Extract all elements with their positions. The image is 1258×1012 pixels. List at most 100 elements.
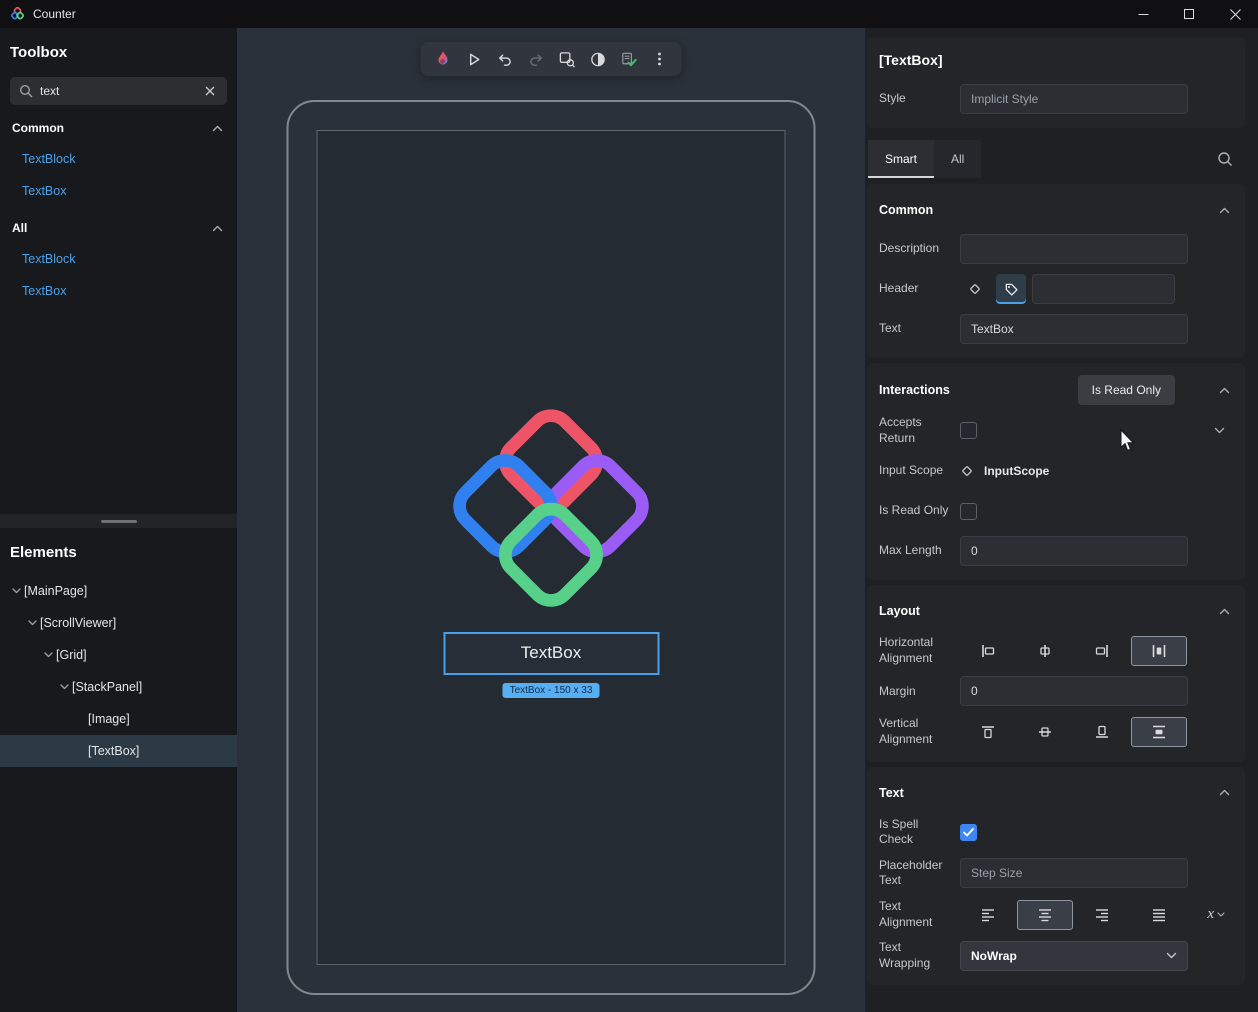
toolbox-item-textblock[interactable]: TextBlock <box>0 243 237 275</box>
section-common-title: Common <box>879 203 933 217</box>
panel-splitter[interactable] <box>0 514 237 528</box>
toolbox-item-textblock[interactable]: TextBlock <box>0 143 237 175</box>
chevron-up-icon[interactable] <box>1219 207 1230 214</box>
chevron-down-icon[interactable] <box>24 620 40 626</box>
tree-item-textbox[interactable]: [TextBox] <box>0 735 237 767</box>
theme-toggle-icon[interactable] <box>587 48 609 70</box>
chevron-down-icon[interactable] <box>8 588 24 594</box>
align-bottom-icon[interactable] <box>1074 717 1130 747</box>
app-logo-icon <box>10 7 25 22</box>
toolbox-section-common-header[interactable]: Common <box>0 113 237 143</box>
margin-input[interactable] <box>960 676 1188 706</box>
device-frame: TextBox TextBox - 150 x 33 <box>287 100 816 995</box>
toolbox-search-input[interactable] <box>33 84 202 98</box>
header-literal-button[interactable] <box>996 274 1026 304</box>
section-text-header[interactable]: Text <box>879 779 1233 807</box>
toolbox-item-textbox[interactable]: TextBox <box>0 175 237 207</box>
canvas-toolbar <box>421 42 682 76</box>
text-align-right-icon[interactable] <box>1074 900 1130 930</box>
toolbox-section-all-header[interactable]: All <box>0 213 237 243</box>
chevron-down-icon[interactable] <box>40 652 56 658</box>
is-spell-check-checkbox[interactable] <box>960 824 977 841</box>
align-center-horizontal-icon[interactable] <box>1017 636 1073 666</box>
tree-item-mainpage[interactable]: [MainPage] <box>0 575 237 607</box>
minimize-button[interactable] <box>1120 0 1166 28</box>
text-align-center-icon[interactable] <box>1017 900 1073 930</box>
style-label: Style <box>879 91 960 107</box>
chevron-up-icon[interactable] <box>1219 789 1230 796</box>
inspector-tabs: Smart All <box>867 140 1245 178</box>
section-interactions: Interactions Is Read Only Accepts Return… <box>867 363 1245 580</box>
maximize-button[interactable] <box>1166 0 1212 28</box>
section-layout-header[interactable]: Layout <box>879 597 1233 625</box>
description-input[interactable] <box>960 234 1188 264</box>
tree-item-scrollviewer[interactable]: [ScrollViewer] <box>0 607 237 639</box>
more-options-icon[interactable] <box>649 48 671 70</box>
diagnostics-check-icon[interactable] <box>618 48 640 70</box>
align-stretch-vertical-icon[interactable] <box>1131 717 1187 747</box>
tree-item-grid[interactable]: [Grid] <box>0 639 237 671</box>
elements-title: Elements <box>0 544 237 561</box>
is-read-only-button[interactable]: Is Read Only <box>1078 375 1175 405</box>
tree-item-stackpanel[interactable]: [StackPanel] <box>0 671 237 703</box>
device-screen[interactable]: TextBox TextBox - 150 x 33 <box>317 130 786 965</box>
header-input[interactable] <box>1032 274 1175 304</box>
text-label: Text <box>879 321 960 337</box>
style-input[interactable] <box>960 84 1188 114</box>
hot-reload-flame-icon[interactable] <box>432 48 454 70</box>
toolbox-search[interactable] <box>10 77 227 105</box>
tab-all[interactable]: All <box>934 140 981 178</box>
header-binding-button[interactable] <box>960 274 990 304</box>
placeholder-text-label: Placeholder Text <box>879 858 960 889</box>
undo-icon[interactable] <box>494 48 516 70</box>
input-scope-value[interactable]: InputScope <box>984 464 1049 478</box>
text-wrapping-value: NoWrap <box>971 949 1017 963</box>
design-canvas[interactable]: TextBox TextBox - 150 x 33 <box>237 28 865 1012</box>
x-property-dropdown[interactable]: x <box>1207 906 1225 923</box>
selection-size-badge: TextBox - 150 x 33 <box>503 683 600 698</box>
chevron-up-icon[interactable] <box>1219 608 1230 615</box>
close-button[interactable] <box>1212 0 1258 28</box>
redo-icon[interactable] <box>525 48 547 70</box>
tree-item-image[interactable]: [Image] <box>0 703 237 735</box>
text-input[interactable] <box>960 314 1188 344</box>
tab-smart[interactable]: Smart <box>868 140 934 178</box>
element-inspector-icon[interactable] <box>556 48 578 70</box>
margin-label: Margin <box>879 684 960 700</box>
is-read-only-label: Is Read Only <box>879 503 960 519</box>
chevron-down-icon[interactable] <box>1214 427 1225 434</box>
accepts-return-checkbox[interactable] <box>960 422 977 439</box>
align-stretch-horizontal-icon[interactable] <box>1131 636 1187 666</box>
app-window: Counter Toolbox <box>0 0 1258 1012</box>
max-length-input[interactable] <box>960 536 1188 566</box>
text-row: Text <box>879 314 1233 344</box>
align-right-icon[interactable] <box>1074 636 1130 666</box>
align-top-icon[interactable] <box>960 717 1016 747</box>
clear-search-icon[interactable] <box>202 83 218 99</box>
toolbox-item-textbox[interactable]: TextBox <box>0 275 237 307</box>
align-left-icon[interactable] <box>960 636 1016 666</box>
play-icon[interactable] <box>463 48 485 70</box>
properties-search-icon[interactable] <box>1217 151 1233 167</box>
binding-diamond-icon[interactable] <box>960 464 974 478</box>
chevron-up-icon <box>212 225 223 232</box>
text-align-left-icon[interactable] <box>960 900 1016 930</box>
text-alignment-group <box>960 900 1187 930</box>
properties-panel: [TextBox] Style Smart All Common Descrip… <box>865 28 1258 1012</box>
section-text-title: Text <box>879 786 904 800</box>
app-logo-image <box>440 398 663 620</box>
horizontal-alignment-row: Horizontal Alignment <box>879 635 1233 666</box>
chevron-up-icon <box>212 125 223 132</box>
text-wrapping-row: Text Wrapping NoWrap <box>879 940 1233 971</box>
text-wrapping-select[interactable]: NoWrap <box>960 941 1188 971</box>
chevron-down-icon[interactable] <box>56 684 72 690</box>
text-align-justify-icon[interactable] <box>1131 900 1187 930</box>
accepts-return-label: Accepts Return <box>879 415 960 446</box>
align-center-vertical-icon[interactable] <box>1017 717 1073 747</box>
chevron-up-icon[interactable] <box>1219 387 1230 394</box>
is-read-only-checkbox[interactable] <box>960 503 977 520</box>
canvas-textbox-element[interactable]: TextBox <box>443 632 659 675</box>
section-interactions-header[interactable]: Interactions Is Read Only <box>879 375 1233 405</box>
placeholder-text-input[interactable] <box>960 858 1188 888</box>
section-common-header[interactable]: Common <box>879 196 1233 224</box>
